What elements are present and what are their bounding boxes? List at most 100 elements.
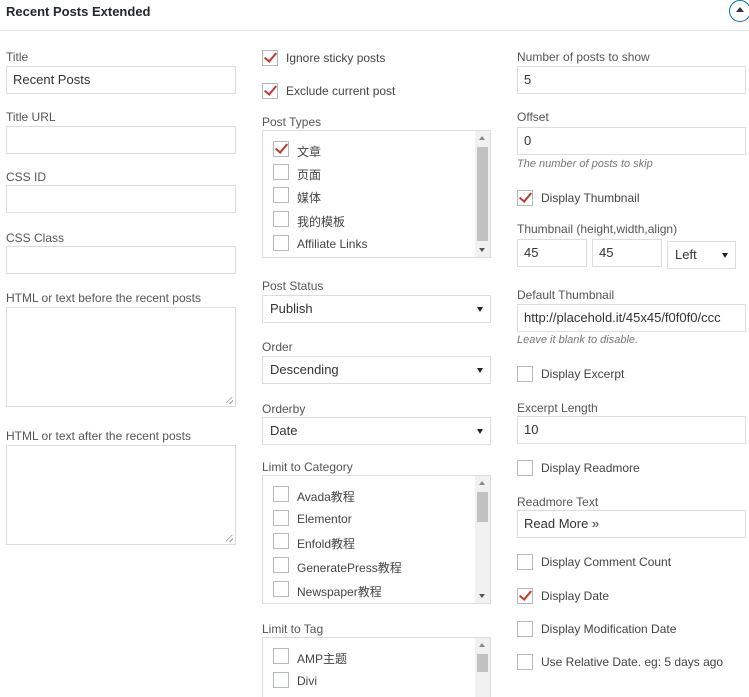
title-label: Title	[6, 50, 29, 64]
list-item-label: Newspaper教程	[297, 585, 382, 599]
after-posts-label: HTML or text after the recent posts	[6, 429, 191, 443]
scroll-thumb[interactable]	[477, 492, 488, 522]
excerpt-length-label: Excerpt Length	[517, 401, 598, 415]
chevron-down-icon	[722, 253, 728, 258]
checkbox-box[interactable]	[273, 211, 289, 227]
scrollbar[interactable]	[475, 638, 490, 697]
checkbox-box[interactable]	[517, 460, 533, 476]
checkbox-box[interactable]	[517, 366, 533, 382]
excerpt-length-input[interactable]: 10	[517, 416, 746, 444]
title-input[interactable]: Recent Posts	[6, 66, 236, 94]
order-label: Order	[262, 340, 293, 354]
scrollbar[interactable]	[475, 476, 490, 603]
list-item-label: Enfold教程	[297, 537, 356, 551]
title-url-input[interactable]	[6, 126, 236, 154]
list-item-label: Affiliate Links	[297, 237, 368, 251]
checkbox-box[interactable]	[273, 187, 289, 203]
collapse-toggle-icon[interactable]	[729, 0, 749, 22]
exclude-current-label: Exclude current post	[286, 84, 396, 98]
display-readmore-label: Display Readmore	[541, 461, 640, 475]
orderby-value: Date	[270, 423, 298, 438]
order-value: Descending	[270, 362, 339, 377]
css-id-input[interactable]	[6, 185, 236, 213]
scroll-down-icon[interactable]	[479, 248, 485, 252]
thumb-align-select[interactable]: Left	[667, 241, 736, 269]
list-item-label: Avada教程	[297, 490, 355, 504]
checkbox-box[interactable]	[517, 588, 533, 604]
chevron-down-icon	[477, 429, 483, 434]
scroll-up-icon[interactable]	[479, 643, 485, 647]
checkbox-box[interactable]	[517, 654, 533, 670]
scroll-up-icon[interactable]	[479, 136, 485, 140]
num-posts-label: Number of posts to show	[517, 50, 650, 64]
thumb-width-input[interactable]: 45	[592, 239, 662, 267]
thumb-height-input[interactable]: 45	[517, 239, 587, 267]
default-thumbnail-input[interactable]: http://placehold.it/45x45/f0f0f0/ccc	[517, 304, 746, 332]
before-posts-textarea[interactable]	[6, 307, 236, 407]
checkbox-box[interactable]	[262, 83, 278, 99]
scroll-down-icon[interactable]	[479, 594, 485, 598]
category-list[interactable]: Avada教程 Elementor Enfold教程 GeneratePress…	[262, 475, 491, 604]
widget-header: Recent Posts Extended	[0, 0, 749, 31]
thumbnail-size-label: Thumbnail (height,width,align)	[517, 222, 678, 236]
checkbox-box[interactable]	[273, 486, 289, 502]
checkbox-box[interactable]	[517, 190, 533, 206]
css-id-label: CSS ID	[6, 170, 47, 184]
checkbox-box[interactable]	[273, 235, 289, 251]
list-item-label: AMP主题	[297, 652, 348, 666]
post-status-select[interactable]: Publish	[262, 295, 491, 323]
tag-label: Limit to Tag	[262, 622, 324, 636]
display-date-label: Display Date	[541, 589, 610, 603]
display-excerpt-label: Display Excerpt	[541, 367, 625, 381]
checkbox-box[interactable]	[273, 141, 289, 157]
widget-title: Recent Posts Extended	[6, 4, 151, 19]
checkbox-box[interactable]	[273, 648, 289, 664]
checkbox-box[interactable]	[273, 581, 289, 597]
scroll-thumb[interactable]	[477, 147, 488, 241]
default-thumbnail-hint: Leave it blank to disable.	[517, 334, 639, 346]
checkbox-box[interactable]	[273, 533, 289, 549]
after-posts-textarea[interactable]	[6, 445, 236, 545]
before-posts-label: HTML or text before the recent posts	[6, 291, 201, 305]
scroll-thumb[interactable]	[477, 654, 488, 672]
order-select[interactable]: Descending	[262, 356, 491, 384]
readmore-text-input[interactable]: Read More »	[517, 510, 746, 538]
scroll-up-icon[interactable]	[479, 481, 485, 485]
display-comment-count-label: Display Comment Count	[541, 555, 672, 569]
list-item-label: 文章	[297, 145, 322, 159]
list-item-label: GeneratePress教程	[297, 561, 402, 575]
scrollbar[interactable]	[475, 131, 490, 257]
display-thumbnail-label: Display Thumbnail	[541, 191, 640, 205]
thumb-align-value: Left	[675, 247, 697, 262]
default-thumbnail-label: Default Thumbnail	[517, 288, 615, 302]
offset-label: Offset	[517, 110, 549, 124]
checkbox-box[interactable]	[517, 621, 533, 637]
checkbox-box[interactable]	[273, 164, 289, 180]
display-mod-date-label: Display Modification Date	[541, 622, 677, 636]
checkbox-box[interactable]	[273, 510, 289, 526]
list-item-label: 我的模板	[297, 215, 346, 229]
list-item-label: 媒体	[297, 191, 322, 205]
chevron-down-icon	[477, 368, 483, 373]
orderby-select[interactable]: Date	[262, 417, 491, 445]
offset-input[interactable]: 0	[517, 127, 746, 155]
tag-list[interactable]: AMP主题 Divi	[262, 637, 491, 697]
orderby-label: Orderby	[262, 402, 306, 416]
checkbox-box[interactable]	[262, 50, 278, 66]
post-types-label: Post Types	[262, 115, 322, 129]
num-posts-input[interactable]: 5	[517, 66, 746, 94]
relative-date-label: Use Relative Date. eg: 5 days ago	[541, 655, 724, 669]
checkbox-box[interactable]	[517, 554, 533, 570]
readmore-text-label: Readmore Text	[517, 495, 599, 509]
post-status-value: Publish	[270, 301, 313, 316]
checkbox-box[interactable]	[273, 557, 289, 573]
ignore-sticky-label: Ignore sticky posts	[286, 51, 386, 65]
category-label: Limit to Category	[262, 460, 353, 474]
title-url-label: Title URL	[6, 110, 56, 124]
list-item-label: Elementor	[297, 512, 352, 526]
list-item-label: Divi	[297, 674, 317, 688]
checkbox-box[interactable]	[273, 672, 289, 688]
post-types-list[interactable]: 文章 页面 媒体 我的模板 Affiliate Links	[262, 130, 491, 258]
css-class-input[interactable]	[6, 246, 236, 274]
post-status-label: Post Status	[262, 279, 324, 293]
